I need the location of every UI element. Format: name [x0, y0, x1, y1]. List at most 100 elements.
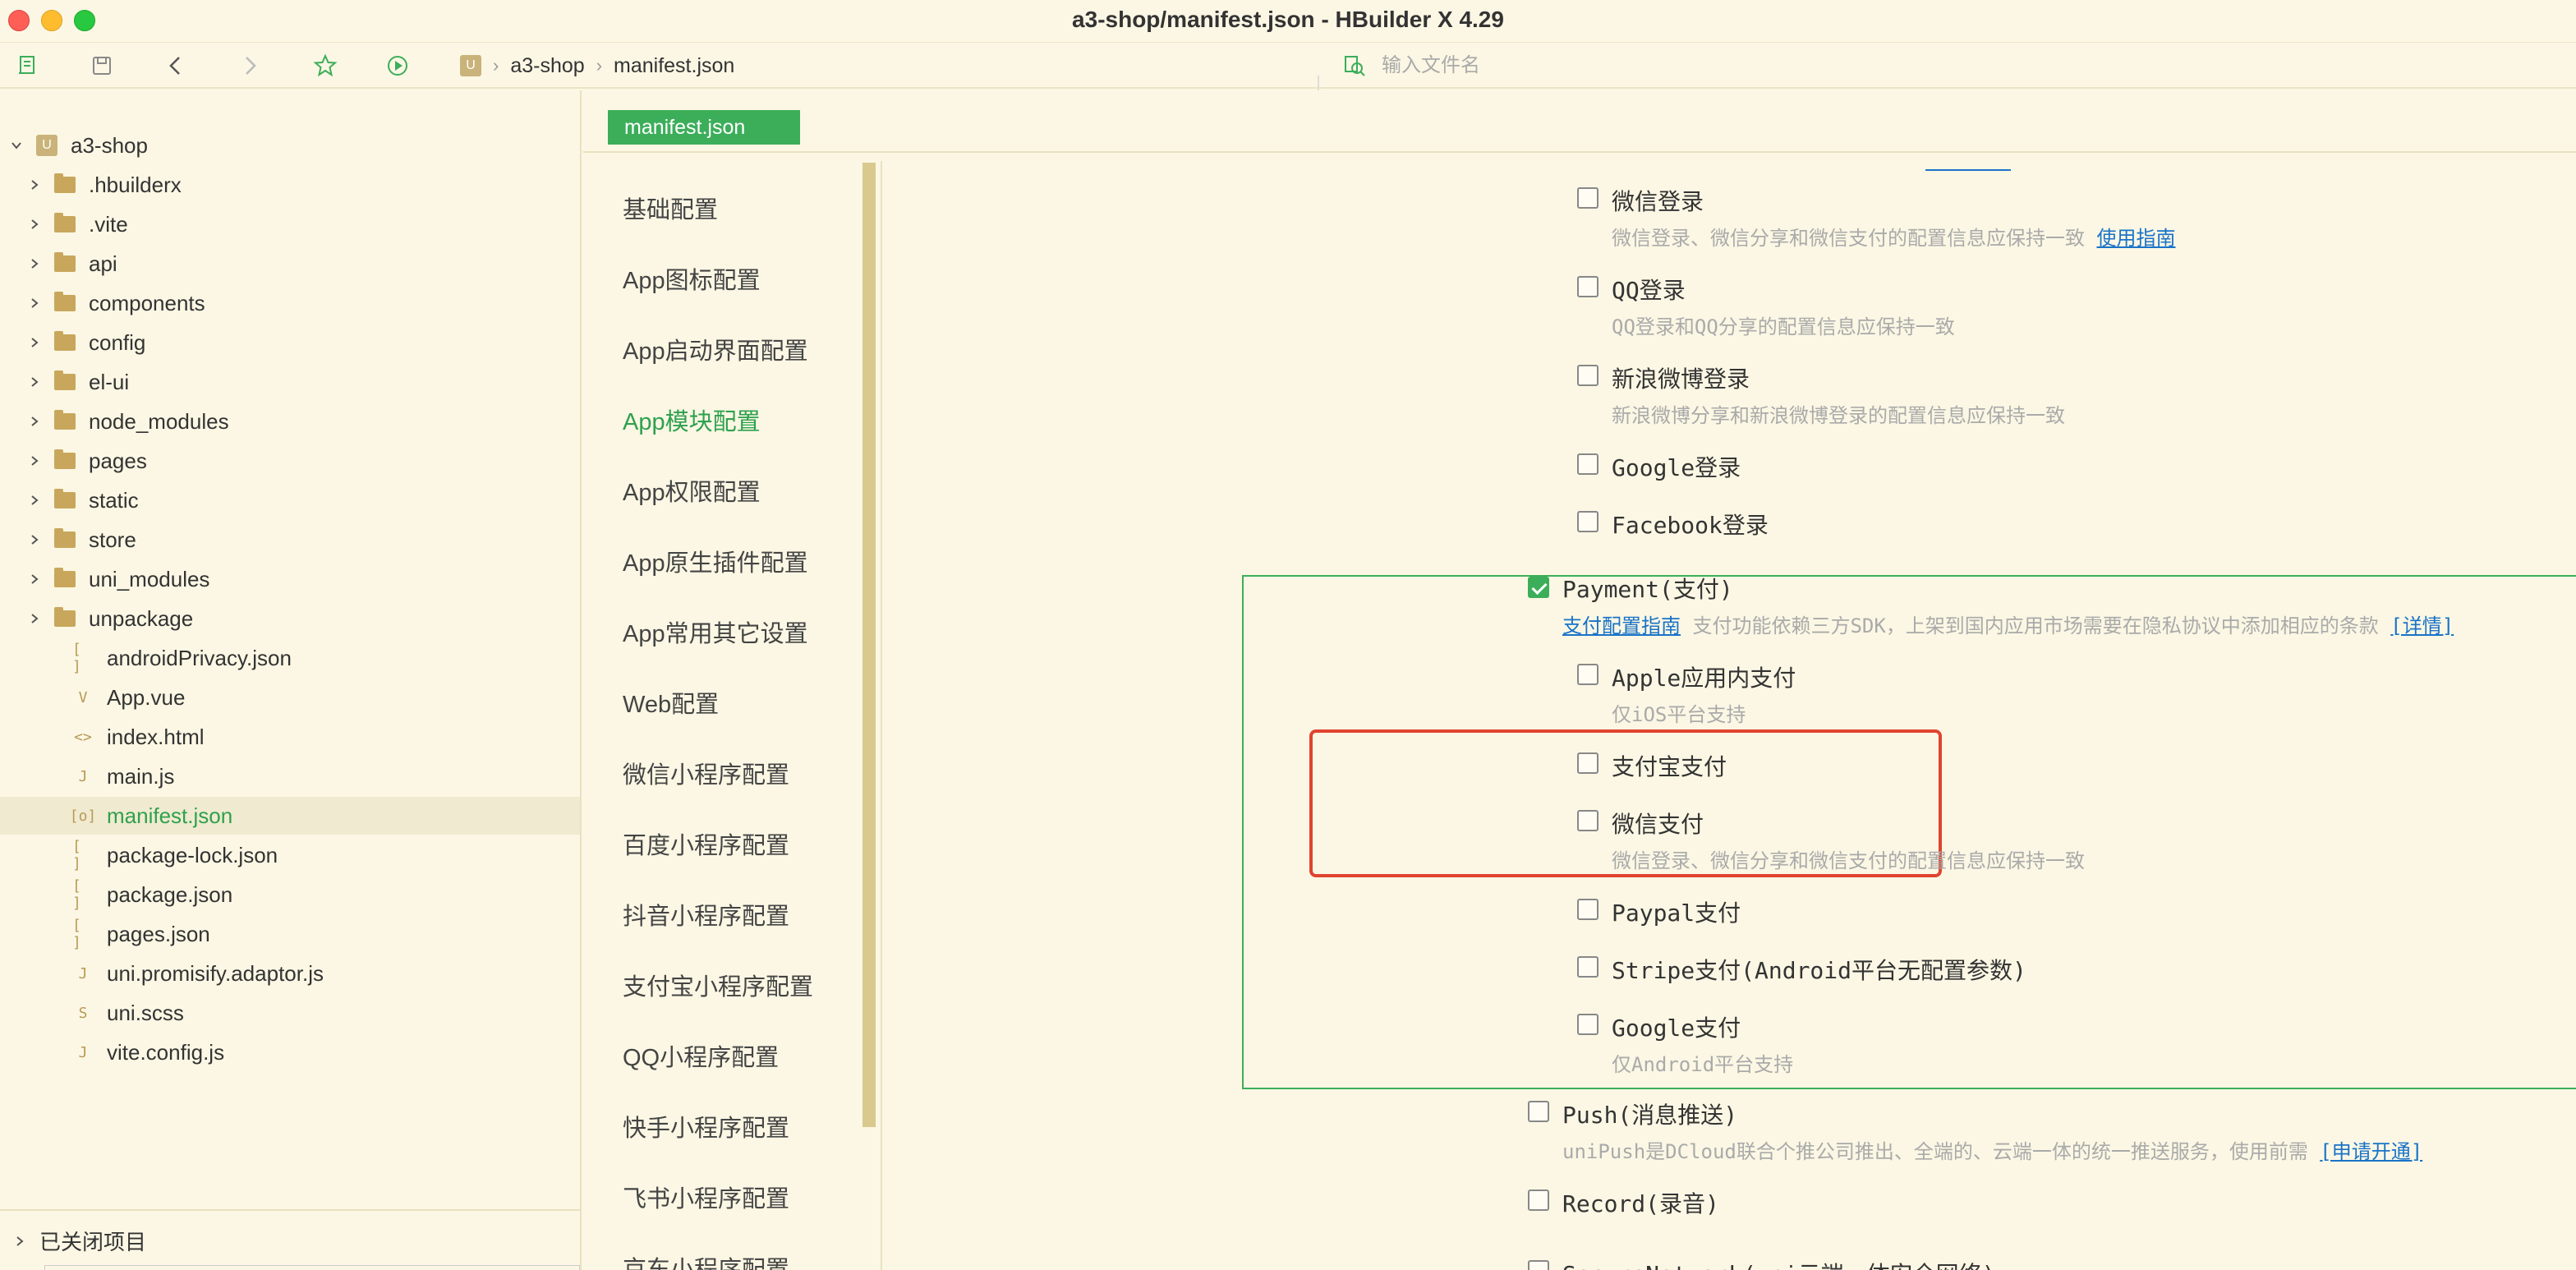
apple-pay-checkbox[interactable]	[1577, 664, 1598, 685]
tree-file[interactable]: [ ] package-lock.json	[0, 836, 580, 874]
settings-nav-item[interactable]: App原生插件配置	[623, 544, 808, 578]
tree-folder[interactable]: static	[0, 481, 580, 519]
chevron-right-icon[interactable]	[26, 216, 43, 232]
payment-detail-link[interactable]: [详情]	[2390, 614, 2454, 637]
settings-nav-item[interactable]: 快手小程序配置	[623, 1109, 789, 1143]
chevron-right-icon[interactable]	[26, 413, 43, 430]
settings-nav-item[interactable]: Web配置	[623, 685, 719, 720]
sidebar-footer: 已关闭项目	[0, 1209, 580, 1270]
tree-file[interactable]: [ ] package.json	[0, 876, 580, 913]
settings-nav-item[interactable]: 支付宝小程序配置	[623, 968, 813, 1002]
nav-scrollbar-thumb[interactable]	[862, 163, 876, 1127]
folder-icon	[54, 292, 76, 311]
tree-file[interactable]: [ ] pages.json	[0, 915, 580, 953]
settings-nav-item[interactable]: App模块配置	[623, 403, 761, 437]
tree-file[interactable]: <> index.html	[0, 718, 580, 756]
payment-checkbox[interactable]	[1528, 577, 1549, 598]
settings-nav-item[interactable]: App图标配置	[623, 261, 761, 296]
facebook-login-checkbox[interactable]	[1577, 511, 1598, 532]
stripe-label: Stripe支付(Android平台无配置参数)	[1612, 957, 2026, 984]
chevron-right-icon[interactable]	[26, 295, 43, 311]
tree-file[interactable]: [ ] androidPrivacy.json	[0, 639, 580, 677]
horizontal-scrollbar[interactable]	[44, 1265, 580, 1270]
weibo-login-checkbox[interactable]	[1577, 365, 1598, 386]
qq-login-desc: QQ登录和QQ分享的配置信息应保持一致	[1612, 315, 1955, 338]
chevron-down-icon[interactable]	[8, 137, 25, 154]
chevron-right-icon[interactable]	[26, 453, 43, 469]
settings-nav-item[interactable]: 抖音小程序配置	[623, 897, 789, 932]
tree-folder[interactable]: components	[0, 284, 580, 322]
back-icon[interactable]	[161, 51, 191, 81]
tree-folder[interactable]: .vite	[0, 205, 580, 243]
google-pay-checkbox[interactable]	[1577, 1014, 1598, 1035]
secure-network-checkbox[interactable]	[1528, 1260, 1549, 1270]
tree-folder[interactable]: .hbuilderx	[0, 166, 580, 204]
run-icon[interactable]	[383, 51, 412, 81]
payment-guide-link[interactable]: 支付配置指南	[1562, 614, 1681, 637]
tree-file[interactable]: Jvite.config.js	[0, 1033, 580, 1071]
tree-folder[interactable]: config	[0, 324, 580, 361]
forward-icon[interactable]	[235, 51, 264, 81]
settings-nav-item[interactable]: App常用其它设置	[623, 614, 808, 649]
settings-nav-item[interactable]: App权限配置	[623, 473, 761, 508]
settings-nav-item[interactable]: 京东小程序配置	[623, 1250, 789, 1270]
tab-divider	[583, 151, 2576, 153]
chevron-right-icon[interactable]	[26, 255, 43, 272]
tree-folder[interactable]: unpackage	[0, 600, 580, 637]
file-search-input[interactable]	[1382, 54, 2039, 77]
tree-folder[interactable]: pages	[0, 442, 580, 480]
folder-icon	[54, 449, 76, 469]
wechat-login-checkbox[interactable]	[1577, 187, 1598, 209]
tree-file[interactable]: V App.vue	[0, 679, 580, 716]
chevron-right-icon[interactable]	[26, 492, 43, 508]
tree-folder[interactable]: api	[0, 245, 580, 283]
tree-label: a3-shop	[71, 132, 148, 158]
tree-file[interactable]: Suni.scss	[0, 994, 580, 1032]
chevron-right-icon[interactable]	[26, 177, 43, 193]
apply-push-link[interactable]: [申请开通]	[2320, 1140, 2422, 1163]
chevron-right-icon[interactable]	[26, 571, 43, 587]
wechat-pay-checkbox[interactable]	[1577, 810, 1598, 831]
settings-nav-item[interactable]: 飞书小程序配置	[623, 1180, 789, 1214]
json-file-icon: [ ]	[72, 641, 81, 675]
tree-project-root[interactable]: U a3-shop	[0, 127, 580, 164]
chevron-right-icon[interactable]	[26, 374, 43, 390]
save-icon[interactable]	[87, 51, 117, 81]
chevron-right-icon[interactable]	[26, 610, 43, 627]
secure-network-label: SecureNetwork(uni云端一体安全网络)	[1562, 1257, 1995, 1270]
push-checkbox[interactable]	[1528, 1101, 1549, 1122]
tree-file[interactable]: [o] manifest.json	[0, 797, 580, 835]
paypal-checkbox[interactable]	[1577, 899, 1598, 920]
tree-folder[interactable]: store	[0, 521, 580, 559]
search-file-icon	[1345, 56, 1365, 76]
breadcrumb-project[interactable]: a3-shop	[510, 54, 584, 78]
settings-nav-item[interactable]: 微信小程序配置	[623, 756, 789, 790]
google-pay-label: Google支付	[1612, 1015, 1741, 1042]
tree-folder[interactable]: node_modules	[0, 403, 580, 440]
usage-guide-link[interactable]: 使用指南	[2096, 227, 2175, 250]
folder-icon	[54, 173, 76, 193]
tree-file[interactable]: Jmain.js	[0, 757, 580, 795]
google-login-checkbox[interactable]	[1577, 453, 1598, 475]
tab-manifest-json[interactable]: manifest.json	[608, 110, 800, 145]
google-pay-desc: 仅Android平台支持	[1612, 1053, 1794, 1076]
chevron-right-icon[interactable]	[26, 531, 43, 548]
settings-nav-item[interactable]: 百度小程序配置	[623, 826, 789, 861]
settings-nav-item[interactable]: App启动界面配置	[623, 332, 808, 366]
record-checkbox[interactable]	[1528, 1189, 1549, 1211]
qq-login-checkbox[interactable]	[1577, 276, 1598, 297]
tree-folder[interactable]: uni_modules	[0, 560, 580, 598]
alipay-checkbox[interactable]	[1577, 752, 1598, 774]
tree-file[interactable]: Juni.promisify.adaptor.js	[0, 955, 580, 992]
tree-label: pages.json	[107, 921, 210, 946]
star-icon[interactable]	[310, 51, 340, 81]
breadcrumb-file[interactable]: manifest.json	[614, 54, 734, 78]
apple-pay-label: Apple应用内支付	[1612, 665, 1796, 692]
chevron-right-icon[interactable]	[26, 334, 43, 351]
closed-projects-toggle[interactable]: 已关闭项目	[12, 1226, 146, 1256]
settings-nav-item[interactable]: QQ小程序配置	[623, 1038, 779, 1073]
stripe-checkbox[interactable]	[1577, 956, 1598, 978]
new-file-icon[interactable]	[13, 51, 43, 81]
tree-folder[interactable]: el-ui	[0, 363, 580, 401]
settings-nav-item[interactable]: 基础配置	[623, 191, 718, 225]
